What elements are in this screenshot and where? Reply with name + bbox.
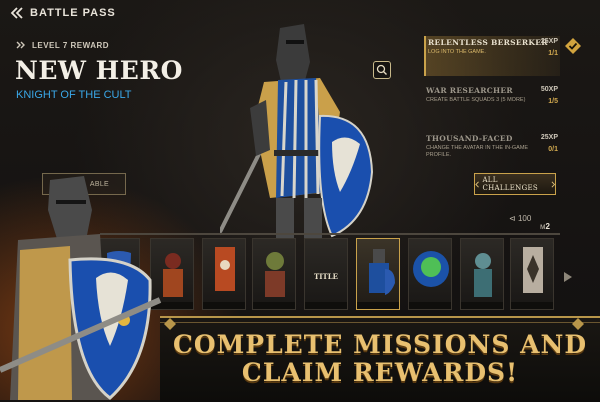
- card-footer: [305, 302, 347, 309]
- ornament-icon: [572, 318, 584, 330]
- chevron-left-icon[interactable]: [10, 6, 24, 20]
- all-challenges-button[interactable]: ALL CHALLENGES: [474, 173, 556, 195]
- knight-art-icon: [369, 249, 395, 295]
- challenge-item[interactable]: THOUSAND-FACED CHANGE THE AVATAR IN THE …: [424, 132, 560, 172]
- banner-art-icon: [215, 247, 235, 291]
- card-footer: [253, 302, 295, 309]
- reward-card-undead[interactable]: [460, 238, 504, 310]
- undead-art-icon: [474, 253, 492, 297]
- banner-line-1: COMPLETE MISSIONS AND: [172, 330, 588, 359]
- challenge-xp: 50XP: [540, 86, 558, 93]
- reward-card-emblem[interactable]: [510, 238, 554, 310]
- reward-card-green-creature[interactable]: [408, 238, 452, 310]
- xp-value: 100: [517, 214, 532, 223]
- tier-value: 2: [545, 222, 550, 231]
- card-footer: [357, 302, 399, 309]
- card-footer: [203, 302, 245, 309]
- reward-card-knight-hero[interactable]: [356, 238, 400, 310]
- card-footer: [511, 302, 553, 309]
- creature-art-icon: [413, 251, 449, 287]
- chevron-right-icon[interactable]: [564, 272, 572, 282]
- orc-art-icon: [265, 252, 285, 297]
- chevron-right-icon: [551, 181, 555, 187]
- challenge-desc: CHANGE THE AVATAR IN THE IN-GAME PROFILE…: [426, 145, 529, 158]
- reward-card-orc[interactable]: [252, 238, 296, 310]
- xp-icon: ⊲: [509, 214, 516, 223]
- challenges-list: RELENTLESS BERSERKER LOG INTO THE GAME. …: [424, 36, 560, 180]
- challenge-progress: 1/1: [548, 50, 558, 57]
- hero-subtitle: KNIGHT OF THE CULT: [16, 89, 132, 101]
- xp-counter: ⊲ 100: [509, 214, 531, 223]
- challenge-xp: 25XP: [540, 38, 558, 45]
- tier-counter: м2: [540, 222, 550, 231]
- reward-level: LEVEL 7 REWARD: [16, 40, 109, 50]
- claim-check-icon[interactable]: [565, 38, 581, 54]
- challenge-desc: CREATE BATTLE SQUADS 3 (5 MORE): [426, 97, 526, 103]
- reward-level-label: LEVEL 7 REWARD: [32, 40, 110, 50]
- reward-card-title[interactable]: TITLE: [304, 238, 348, 310]
- challenge-progress: 1/5: [548, 98, 558, 105]
- challenge-item[interactable]: WAR RESEARCHER CREATE BATTLE SQUADS 3 (5…: [424, 84, 560, 124]
- card-title-label: TITLE: [314, 272, 338, 281]
- challenge-progress: 0/1: [548, 146, 558, 153]
- challenge-xp: 25XP: [540, 134, 558, 141]
- card-footer: [409, 302, 451, 309]
- reward-card-banner[interactable]: [202, 238, 246, 310]
- double-chevron-icon: [16, 41, 25, 49]
- all-challenges-label: ALL CHALLENGES: [482, 176, 538, 192]
- card-footer: [461, 302, 503, 309]
- foreground-knight-figure: [0, 176, 162, 400]
- hero-title: NEW HERO: [15, 56, 183, 85]
- emblem-art-icon: [523, 247, 543, 293]
- topbar: BATTLE PASS: [10, 6, 116, 20]
- challenge-item[interactable]: RELENTLESS BERSERKER LOG INTO THE GAME. …: [424, 36, 560, 76]
- challenge-desc: LOG INTO THE GAME.: [428, 49, 486, 55]
- promo-banner: COMPLETE MISSIONS AND CLAIM REWARDS!: [160, 316, 600, 402]
- chevron-left-icon: [475, 181, 479, 187]
- banner-line-2: CLAIM REWARDS!: [241, 358, 519, 387]
- hero-knight-figure: [220, 24, 374, 254]
- page-title: BATTLE PASS: [30, 7, 116, 19]
